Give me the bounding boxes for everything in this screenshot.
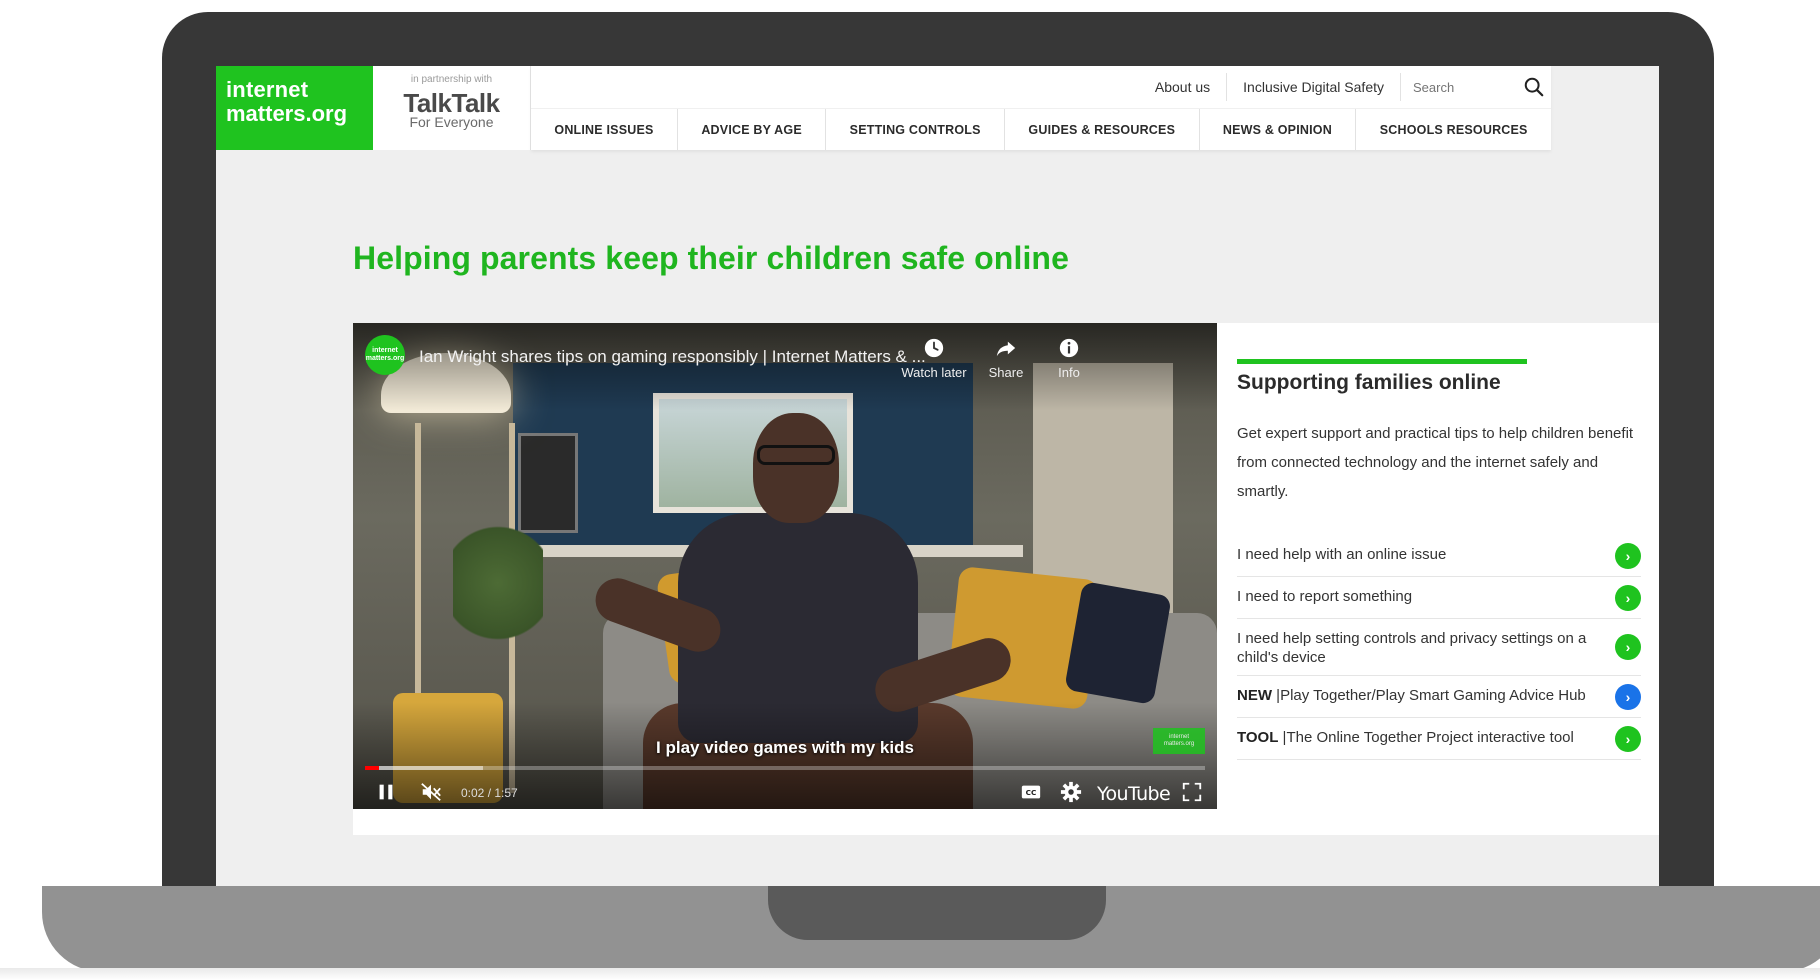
browser-screen: internet matters.org in partnership with… xyxy=(216,66,1659,886)
utility-links: About us Inclusive Digital Safety xyxy=(1139,66,1551,108)
chevron-right-icon: › xyxy=(1615,542,1641,569)
help-link-gaming-hub[interactable]: NEW |Play Together/Play Smart Gaming Adv… xyxy=(1237,676,1641,718)
watch-later-label: Watch later xyxy=(901,365,967,380)
partner-logo[interactable]: in partnership with TalkTalk For Everyon… xyxy=(373,66,531,150)
info-button[interactable]: Info xyxy=(1029,337,1109,380)
about-us-link[interactable]: About us xyxy=(1139,73,1228,101)
info-label: Info xyxy=(1058,365,1080,380)
chevron-right-icon: › xyxy=(1615,683,1641,710)
help-link-setting-controls[interactable]: I need help setting controls and privacy… xyxy=(1237,619,1641,676)
help-link-text: I need help with an online issue xyxy=(1237,546,1447,563)
supporting-families-panel: Supporting families online Get expert su… xyxy=(1237,323,1647,835)
content-card: internet matters.org Ian Wright shares t… xyxy=(353,323,1659,835)
youtube-logo[interactable]: YouTube xyxy=(1097,783,1171,805)
inclusive-digital-safety-link[interactable]: Inclusive Digital Safety xyxy=(1227,73,1401,101)
partner-tagline: For Everyone xyxy=(409,114,494,130)
captions-button[interactable]: CC xyxy=(1017,779,1045,805)
svg-text:CC: CC xyxy=(1026,788,1037,797)
fullscreen-button[interactable] xyxy=(1179,779,1205,805)
help-link-text: |Play Together/Play Smart Gaming Advice … xyxy=(1272,687,1586,704)
help-link-badge: TOOL xyxy=(1237,729,1279,746)
nav-advice-by-age[interactable]: ADVICE BY AGE xyxy=(678,109,827,150)
video-time: 0:02 / 1:57 xyxy=(461,786,518,800)
help-links-list: I need help with an online issue › I nee… xyxy=(1237,535,1641,760)
page-title: Helping parents keep their children safe… xyxy=(353,240,1069,276)
share-label: Share xyxy=(988,365,1024,380)
partner-brand: TalkTalk xyxy=(403,88,500,118)
fullscreen-icon xyxy=(1182,782,1202,802)
help-link-text: |The Online Together Project interactive… xyxy=(1278,729,1574,746)
video-watermark[interactable]: internet matters.org xyxy=(1153,728,1205,754)
panel-heading: Supporting families online xyxy=(1237,371,1501,394)
help-link-online-issue[interactable]: I need help with an online issue › xyxy=(1237,535,1641,577)
help-link-report[interactable]: I need to report something › xyxy=(1237,577,1641,619)
chevron-right-icon: › xyxy=(1615,584,1641,611)
help-link-online-together-tool[interactable]: TOOL |The Online Together Project intera… xyxy=(1237,718,1641,760)
search-input[interactable] xyxy=(1413,79,1523,95)
help-link-badge: NEW xyxy=(1237,687,1272,704)
channel-avatar[interactable]: internet matters.org xyxy=(365,335,405,375)
panel-description: Get expert support and practical tips to… xyxy=(1237,425,1634,500)
help-link-text: I need to report something xyxy=(1237,588,1413,605)
chevron-right-icon: › xyxy=(1615,634,1641,660)
video-caption: I play video games with my kids xyxy=(656,738,914,757)
nav-news-opinion[interactable]: NEWS & OPINION xyxy=(1200,109,1357,150)
site-navigation: About us Inclusive Digital Safety ONLINE… xyxy=(531,66,1551,150)
logo-line-2: matters.org xyxy=(226,101,348,126)
laptop-notch xyxy=(768,886,1106,940)
video-progress-bar[interactable] xyxy=(365,766,1205,770)
gear-icon xyxy=(1060,781,1082,803)
mute-button[interactable] xyxy=(417,779,445,805)
video-player[interactable]: internet matters.org Ian Wright shares t… xyxy=(353,323,1217,809)
nav-setting-controls[interactable]: SETTING CONTROLS xyxy=(826,109,1006,150)
nav-guides-resources[interactable]: GUIDES & RESOURCES xyxy=(1005,109,1200,150)
site-logo[interactable]: internet matters.org xyxy=(216,66,373,150)
nav-schools-resources[interactable]: SCHOOLS RESOURCES xyxy=(1356,109,1551,150)
pause-icon xyxy=(379,784,393,800)
heading-accent-bar xyxy=(1237,359,1527,364)
share-icon xyxy=(996,341,1016,357)
help-link-text: I need help setting controls and privacy… xyxy=(1237,630,1587,666)
partner-note: in partnership with xyxy=(410,74,493,85)
video-buffer-bar xyxy=(365,766,483,770)
search-icon[interactable] xyxy=(1523,76,1545,98)
captions-icon: CC xyxy=(1021,785,1041,799)
main-nav: ONLINE ISSUES ADVICE BY AGE SETTING CONT… xyxy=(531,108,1551,150)
search-box xyxy=(1401,73,1551,101)
nav-online-issues[interactable]: ONLINE ISSUES xyxy=(531,109,678,150)
info-icon xyxy=(1059,338,1079,358)
video-controls: 0:02 / 1:57 CC YouTube xyxy=(353,775,1217,809)
laptop-shadow xyxy=(0,968,1820,980)
chevron-right-icon: › xyxy=(1615,725,1641,752)
video-played-bar xyxy=(365,766,380,770)
watch-later-button[interactable]: Watch later xyxy=(894,337,974,380)
pause-button[interactable] xyxy=(373,779,399,805)
video-overlay-gradient xyxy=(353,323,1217,809)
logo-line-1: internet xyxy=(226,77,309,102)
clock-icon xyxy=(924,338,944,358)
settings-button[interactable] xyxy=(1057,779,1085,805)
mute-icon xyxy=(421,783,441,801)
